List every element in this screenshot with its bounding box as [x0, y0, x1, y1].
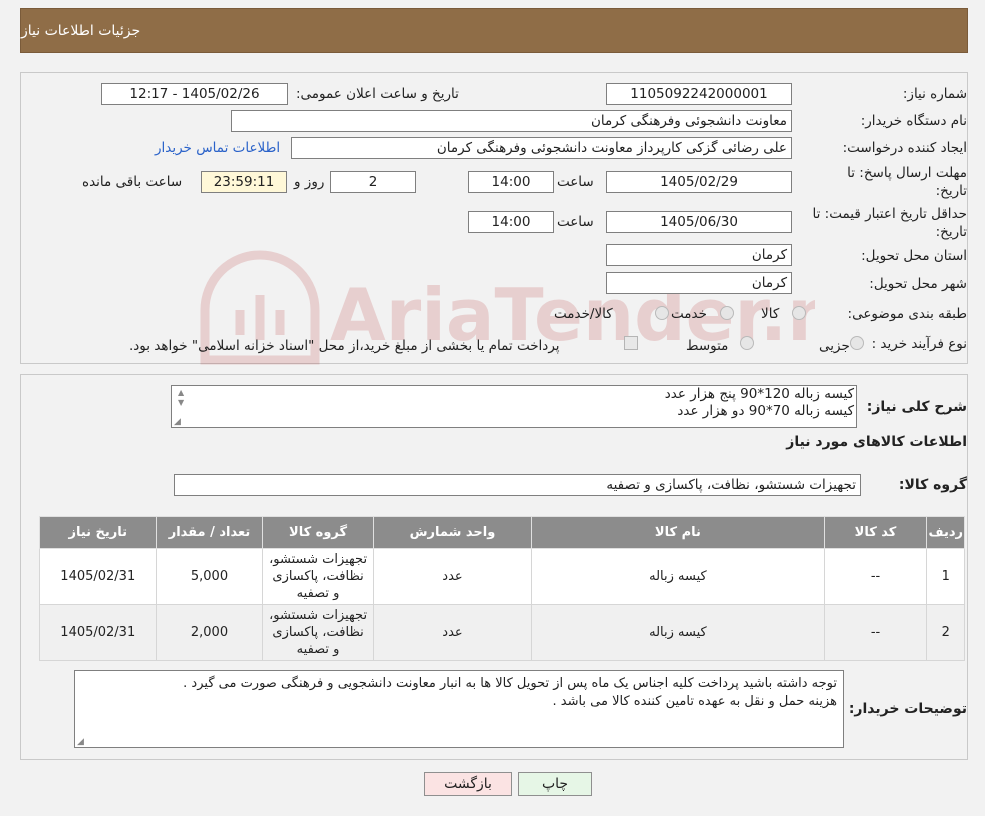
col-row-number: ردیف	[926, 516, 965, 549]
goods-group-label: گروه کالا:	[898, 477, 967, 493]
cell-unit: عدد	[372, 604, 533, 661]
validity-date-field: 1405/06/30	[606, 211, 792, 233]
buyer-org-field: معاونت دانشجوئی وفرهنگی کرمان	[231, 110, 792, 132]
reply-date-field: 1405/02/29	[606, 171, 792, 193]
category-radio-goods[interactable]	[792, 306, 806, 320]
need-number-field: 1105092242000001	[606, 83, 792, 105]
scroll-up-arrow-icon[interactable]: ▲	[178, 388, 184, 397]
min-validity-label-2: تاریخ:	[935, 224, 967, 240]
category-radio-goods-service[interactable]	[655, 306, 669, 320]
back-button[interactable]: بازگشت	[424, 772, 512, 796]
process-option-medium: متوسط	[686, 338, 729, 354]
resize-handle-icon[interactable]: ◢	[174, 417, 181, 427]
validity-time-label: ساعت	[557, 214, 594, 230]
city-field: کرمان	[606, 272, 792, 294]
reply-deadline-label: مهلت ارسال پاسخ: تا	[847, 165, 967, 181]
buyer-contact-link[interactable]: اطلاعات تماس خریدار	[155, 140, 280, 156]
treasury-checkbox[interactable]	[624, 336, 638, 350]
reply-time-field: 14:00	[468, 171, 554, 193]
need-number-label: شماره نیاز:	[902, 86, 967, 102]
announce-datetime-field: 1405/02/26 - 12:17	[101, 83, 288, 105]
buyer-org-label: نام دستگاه خریدار:	[860, 113, 967, 129]
col-quantity: تعداد / مقدار	[155, 516, 264, 549]
col-unit: واحد شمارش	[372, 516, 533, 549]
col-goods-group: گروه کالا	[262, 516, 374, 549]
col-goods-code: کد کالا	[823, 516, 928, 549]
cell-row-number: 2	[926, 604, 965, 661]
announce-datetime-label: تاریخ و ساعت اعلان عمومی:	[296, 86, 459, 102]
page-title: جزئیات اطلاعات نیاز	[21, 22, 141, 39]
process-radio-medium[interactable]	[740, 336, 754, 350]
page-header: جزئیات اطلاعات نیاز	[20, 8, 968, 53]
category-radio-service[interactable]	[720, 306, 734, 320]
process-radio-small[interactable]	[850, 336, 864, 350]
scroll-down-arrow-icon[interactable]: ▼	[178, 398, 184, 407]
buyer-notes-textarea[interactable]: توجه داشته باشید پرداخت کلیه اجناس یک ما…	[74, 670, 844, 748]
cell-quantity: 5,000	[155, 548, 264, 605]
description-textarea[interactable]: کیسه زباله 120*90 پنج هزار عدد کیسه زبال…	[171, 385, 857, 428]
process-note: پرداخت تمام یا بخشی از مبلغ خرید،از محل …	[129, 338, 560, 354]
buyer-notes-label: توضیحات خریدار:	[848, 701, 967, 717]
description-label: شرح کلی نیاز:	[866, 399, 967, 415]
category-option-goods: کالا	[761, 306, 780, 322]
hours-left-label: ساعت باقی مانده	[82, 174, 183, 190]
description-line-1: کیسه زباله 120*90 پنج هزار عدد	[664, 386, 854, 402]
province-label: استان محل تحویل:	[861, 248, 967, 264]
cell-need-date: 1405/02/31	[39, 548, 157, 605]
city-label: شهر محل تحویل:	[869, 276, 967, 292]
validity-time-field: 14:00	[468, 211, 554, 233]
cell-goods-name: کیسه زباله	[531, 548, 825, 605]
process-option-small: جزیی	[819, 338, 850, 354]
reply-time-label: ساعت	[557, 174, 594, 190]
cell-unit: عدد	[372, 548, 533, 605]
table-header-row: ردیف کد کالا نام کالا واحد شمارش گروه کا…	[39, 516, 965, 549]
min-validity-label: حداقل تاریخ اعتبار قیمت: تا	[812, 206, 967, 222]
cell-need-date: 1405/02/31	[39, 604, 157, 661]
cell-row-number: 1	[926, 548, 965, 605]
time-left-field: 23:59:11	[201, 171, 287, 193]
col-need-date: تاریخ نیاز	[39, 516, 157, 549]
days-left-field: 2	[330, 171, 416, 193]
reply-deadline-label-2: تاریخ:	[935, 183, 967, 199]
resize-handle-icon[interactable]: ◢	[77, 737, 84, 747]
table-row: 1 -- کیسه زباله عدد تجهیزات شستشو، نظافت…	[39, 548, 965, 605]
category-label: طبقه بندی موضوعی:	[847, 306, 967, 322]
cell-goods-group: تجهیزات شستشو، نظافت، پاکسازی و تصفیه	[262, 604, 374, 661]
goods-info-heading: اطلاعات کالاهای مورد نیاز	[786, 434, 967, 450]
requester-label: ایجاد کننده درخواست:	[842, 140, 967, 156]
print-button[interactable]: چاپ	[518, 772, 592, 796]
cell-quantity: 2,000	[155, 604, 264, 661]
category-option-service: خدمت	[671, 306, 707, 322]
cell-goods-code: --	[823, 548, 928, 605]
province-field: کرمان	[606, 244, 792, 266]
requester-field: علی رضائی گزکی کارپرداز معاونت دانشجوئی …	[291, 137, 792, 159]
col-goods-name: نام کالا	[531, 516, 825, 549]
cell-goods-group: تجهیزات شستشو، نظافت، پاکسازی و تصفیه	[262, 548, 374, 605]
buyer-notes-line-1: توجه داشته باشید پرداخت کلیه اجناس یک ما…	[183, 676, 837, 691]
buyer-notes-line-2: هزینه حمل و نقل به عهده تامین کننده کالا…	[552, 694, 837, 709]
description-line-2: کیسه زباله 70*90 دو هزار عدد	[677, 403, 854, 419]
goods-group-field: تجهیزات شستشو، نظافت، پاکسازی و تصفیه	[174, 474, 861, 496]
day-and-label: روز و	[294, 174, 325, 190]
cell-goods-code: --	[823, 604, 928, 661]
process-label: نوع فرآیند خرید :	[871, 336, 967, 352]
table-row: 2 -- کیسه زباله عدد تجهیزات شستشو، نظافت…	[39, 604, 965, 661]
cell-goods-name: کیسه زباله	[531, 604, 825, 661]
category-option-goods-service: کالا/خدمت	[554, 306, 613, 322]
goods-table: ردیف کد کالا نام کالا واحد شمارش گروه کا…	[39, 516, 965, 661]
